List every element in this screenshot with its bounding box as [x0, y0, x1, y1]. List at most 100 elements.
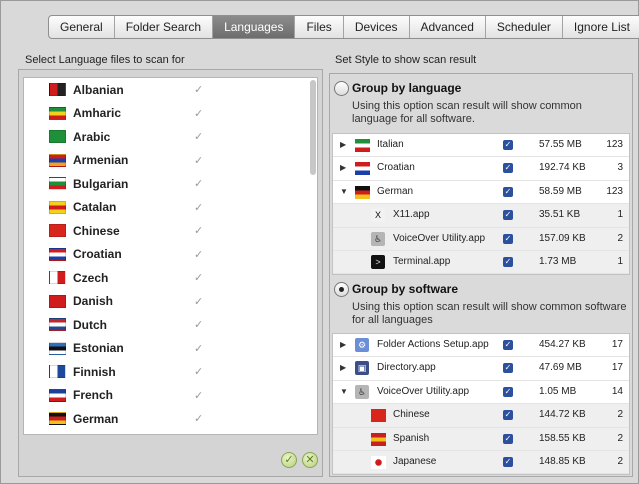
tab-devices[interactable]: Devices: [344, 16, 410, 38]
language-checkbox[interactable]: ✓: [194, 201, 203, 214]
group-by-language-description: Using this option scan result will show …: [352, 100, 582, 125]
result-row[interactable]: X X11.app ✓ 35.51 KB 1: [333, 204, 629, 228]
language-row[interactable]: Catalan ✓: [24, 196, 317, 220]
language-name: Czech: [73, 270, 109, 285]
result-row[interactable]: Spanish ✓ 158.55 KB 2: [333, 427, 629, 451]
language-row[interactable]: Bulgarian ✓: [24, 172, 317, 196]
result-row[interactable]: ▼ ♿ VoiceOver Utility.app ✓ 1.05 MB 14: [333, 380, 629, 405]
result-row[interactable]: ▶ ▣ Directory.app ✓ 47.69 MB 17: [333, 357, 629, 381]
language-name: Dutch: [73, 317, 107, 332]
flag-icon: [49, 318, 66, 332]
language-checkbox[interactable]: ✓: [194, 248, 203, 261]
x11-app-icon: X: [371, 208, 385, 223]
tab-advanced[interactable]: Advanced: [410, 16, 486, 38]
tab-general[interactable]: General: [49, 16, 115, 38]
tab-files[interactable]: Files: [295, 16, 344, 38]
left-panel-title: Select Language files to scan for: [25, 54, 185, 66]
language-row[interactable]: Czech ✓: [24, 266, 317, 290]
result-row[interactable]: ♿ VoiceOver Utility.app ✓ 157.09 KB 2: [333, 227, 629, 251]
result-checkbox[interactable]: ✓: [503, 140, 513, 150]
language-checkbox[interactable]: ✓: [194, 295, 203, 308]
result-checkbox[interactable]: ✓: [503, 256, 513, 267]
result-row[interactable]: ▶ Italian ✓ 57.55 MB 123: [333, 134, 629, 158]
language-checkbox[interactable]: ✓: [194, 177, 203, 190]
language-result-table: ▶ Italian ✓ 57.55 MB 123 ▶ Croatian ✓ 192.74 KB 3…: [332, 133, 630, 276]
flag-icon: [49, 294, 66, 308]
disclosure-open-icon[interactable]: ▼: [340, 187, 348, 196]
result-count: 2: [617, 455, 623, 467]
language-checkbox[interactable]: ✓: [194, 130, 203, 143]
language-checkbox[interactable]: ✓: [194, 271, 203, 284]
result-name: Japanese: [393, 455, 437, 467]
result-size: 454.27 KB: [539, 339, 586, 350]
disclosure-closed-icon[interactable]: ▶: [340, 163, 346, 172]
result-size: 148.85 KB: [539, 455, 586, 467]
result-name: VoiceOver Utility.app: [377, 385, 470, 397]
result-checkbox[interactable]: ✓: [503, 386, 513, 397]
result-row[interactable]: Japanese ✓ 148.85 KB 2: [333, 450, 629, 475]
flag-icon: [49, 153, 66, 167]
result-checkbox[interactable]: ✓: [503, 433, 513, 444]
flag-icon: [371, 455, 386, 469]
language-row[interactable]: Estonian ✓: [24, 337, 317, 361]
tab-ignore-list[interactable]: Ignore List: [563, 16, 639, 38]
group-by-software-radio[interactable]: [334, 282, 349, 297]
flag-icon: [355, 185, 370, 199]
language-row[interactable]: Armenian ✓: [24, 149, 317, 173]
result-checkbox[interactable]: ✓: [503, 363, 513, 374]
cancel-button[interactable]: ✕: [302, 452, 318, 468]
language-row[interactable]: French ✓: [24, 384, 317, 408]
result-row[interactable]: > Terminal.app ✓ 1.73 MB 1: [333, 250, 629, 275]
right-panel-title: Set Style to show scan result: [335, 54, 477, 66]
language-row[interactable]: Danish ✓: [24, 290, 317, 314]
tab-bar: General Folder Search Languages Files De…: [48, 15, 639, 39]
language-checkbox[interactable]: ✓: [194, 107, 203, 120]
result-checkbox[interactable]: ✓: [503, 456, 513, 467]
result-name: Terminal.app: [393, 255, 451, 267]
disclosure-closed-icon[interactable]: ▶: [340, 140, 346, 149]
result-checkbox[interactable]: ✓: [503, 163, 513, 174]
language-checkbox[interactable]: ✓: [194, 318, 203, 331]
language-list[interactable]: Albanian ✓ Amharic ✓ Arabic ✓ Armenian ✓ Bulgari…: [23, 77, 318, 435]
language-row[interactable]: Arabic ✓: [24, 125, 317, 149]
language-row[interactable]: Finnish ✓: [24, 360, 317, 384]
group-by-language-title: Group by language: [352, 81, 462, 95]
group-by-language-radio[interactable]: [334, 81, 349, 96]
language-checkbox[interactable]: ✓: [194, 154, 203, 167]
result-count: 123: [606, 185, 623, 197]
ok-button[interactable]: ✓: [281, 452, 297, 468]
result-row[interactable]: ▼ German ✓ 58.59 MB 123: [333, 180, 629, 205]
result-row[interactable]: ▶ ⚙ Folder Actions Setup.app ✓ 454.27 KB 17: [333, 334, 629, 358]
disclosure-closed-icon[interactable]: ▶: [340, 363, 346, 372]
result-count: 17: [611, 362, 623, 374]
result-checkbox[interactable]: ✓: [503, 210, 513, 221]
language-checkbox[interactable]: ✓: [194, 412, 203, 425]
result-row[interactable]: Chinese ✓ 144.72 KB 2: [333, 404, 629, 428]
language-row[interactable]: Dutch ✓: [24, 313, 317, 337]
language-checkbox[interactable]: ✓: [194, 365, 203, 378]
language-row[interactable]: German ✓: [24, 407, 317, 431]
result-checkbox[interactable]: ✓: [503, 410, 513, 421]
language-row[interactable]: Chinese ✓: [24, 219, 317, 243]
language-checkbox[interactable]: ✓: [194, 224, 203, 237]
language-row[interactable]: Albanian ✓: [24, 78, 317, 102]
disclosure-closed-icon[interactable]: ▶: [340, 340, 346, 349]
flag-icon: [49, 247, 66, 261]
disclosure-open-icon[interactable]: ▼: [340, 387, 348, 396]
tab-folder-search[interactable]: Folder Search: [115, 16, 214, 38]
language-checkbox[interactable]: ✓: [194, 83, 203, 96]
result-name: Directory.app: [377, 362, 436, 374]
tab-languages[interactable]: Languages: [213, 16, 296, 38]
result-name: Chinese: [393, 409, 430, 421]
result-checkbox[interactable]: ✓: [503, 233, 513, 244]
language-checkbox[interactable]: ✓: [194, 389, 203, 402]
flag-icon: [49, 130, 66, 144]
result-row[interactable]: ▶ Croatian ✓ 192.74 KB 3: [333, 157, 629, 181]
result-name: German: [377, 185, 414, 197]
language-row[interactable]: Croatian ✓: [24, 243, 317, 267]
tab-scheduler[interactable]: Scheduler: [486, 16, 563, 38]
language-checkbox[interactable]: ✓: [194, 342, 203, 355]
result-checkbox[interactable]: ✓: [503, 186, 513, 197]
result-checkbox[interactable]: ✓: [503, 340, 513, 350]
language-row[interactable]: Amharic ✓: [24, 102, 317, 126]
